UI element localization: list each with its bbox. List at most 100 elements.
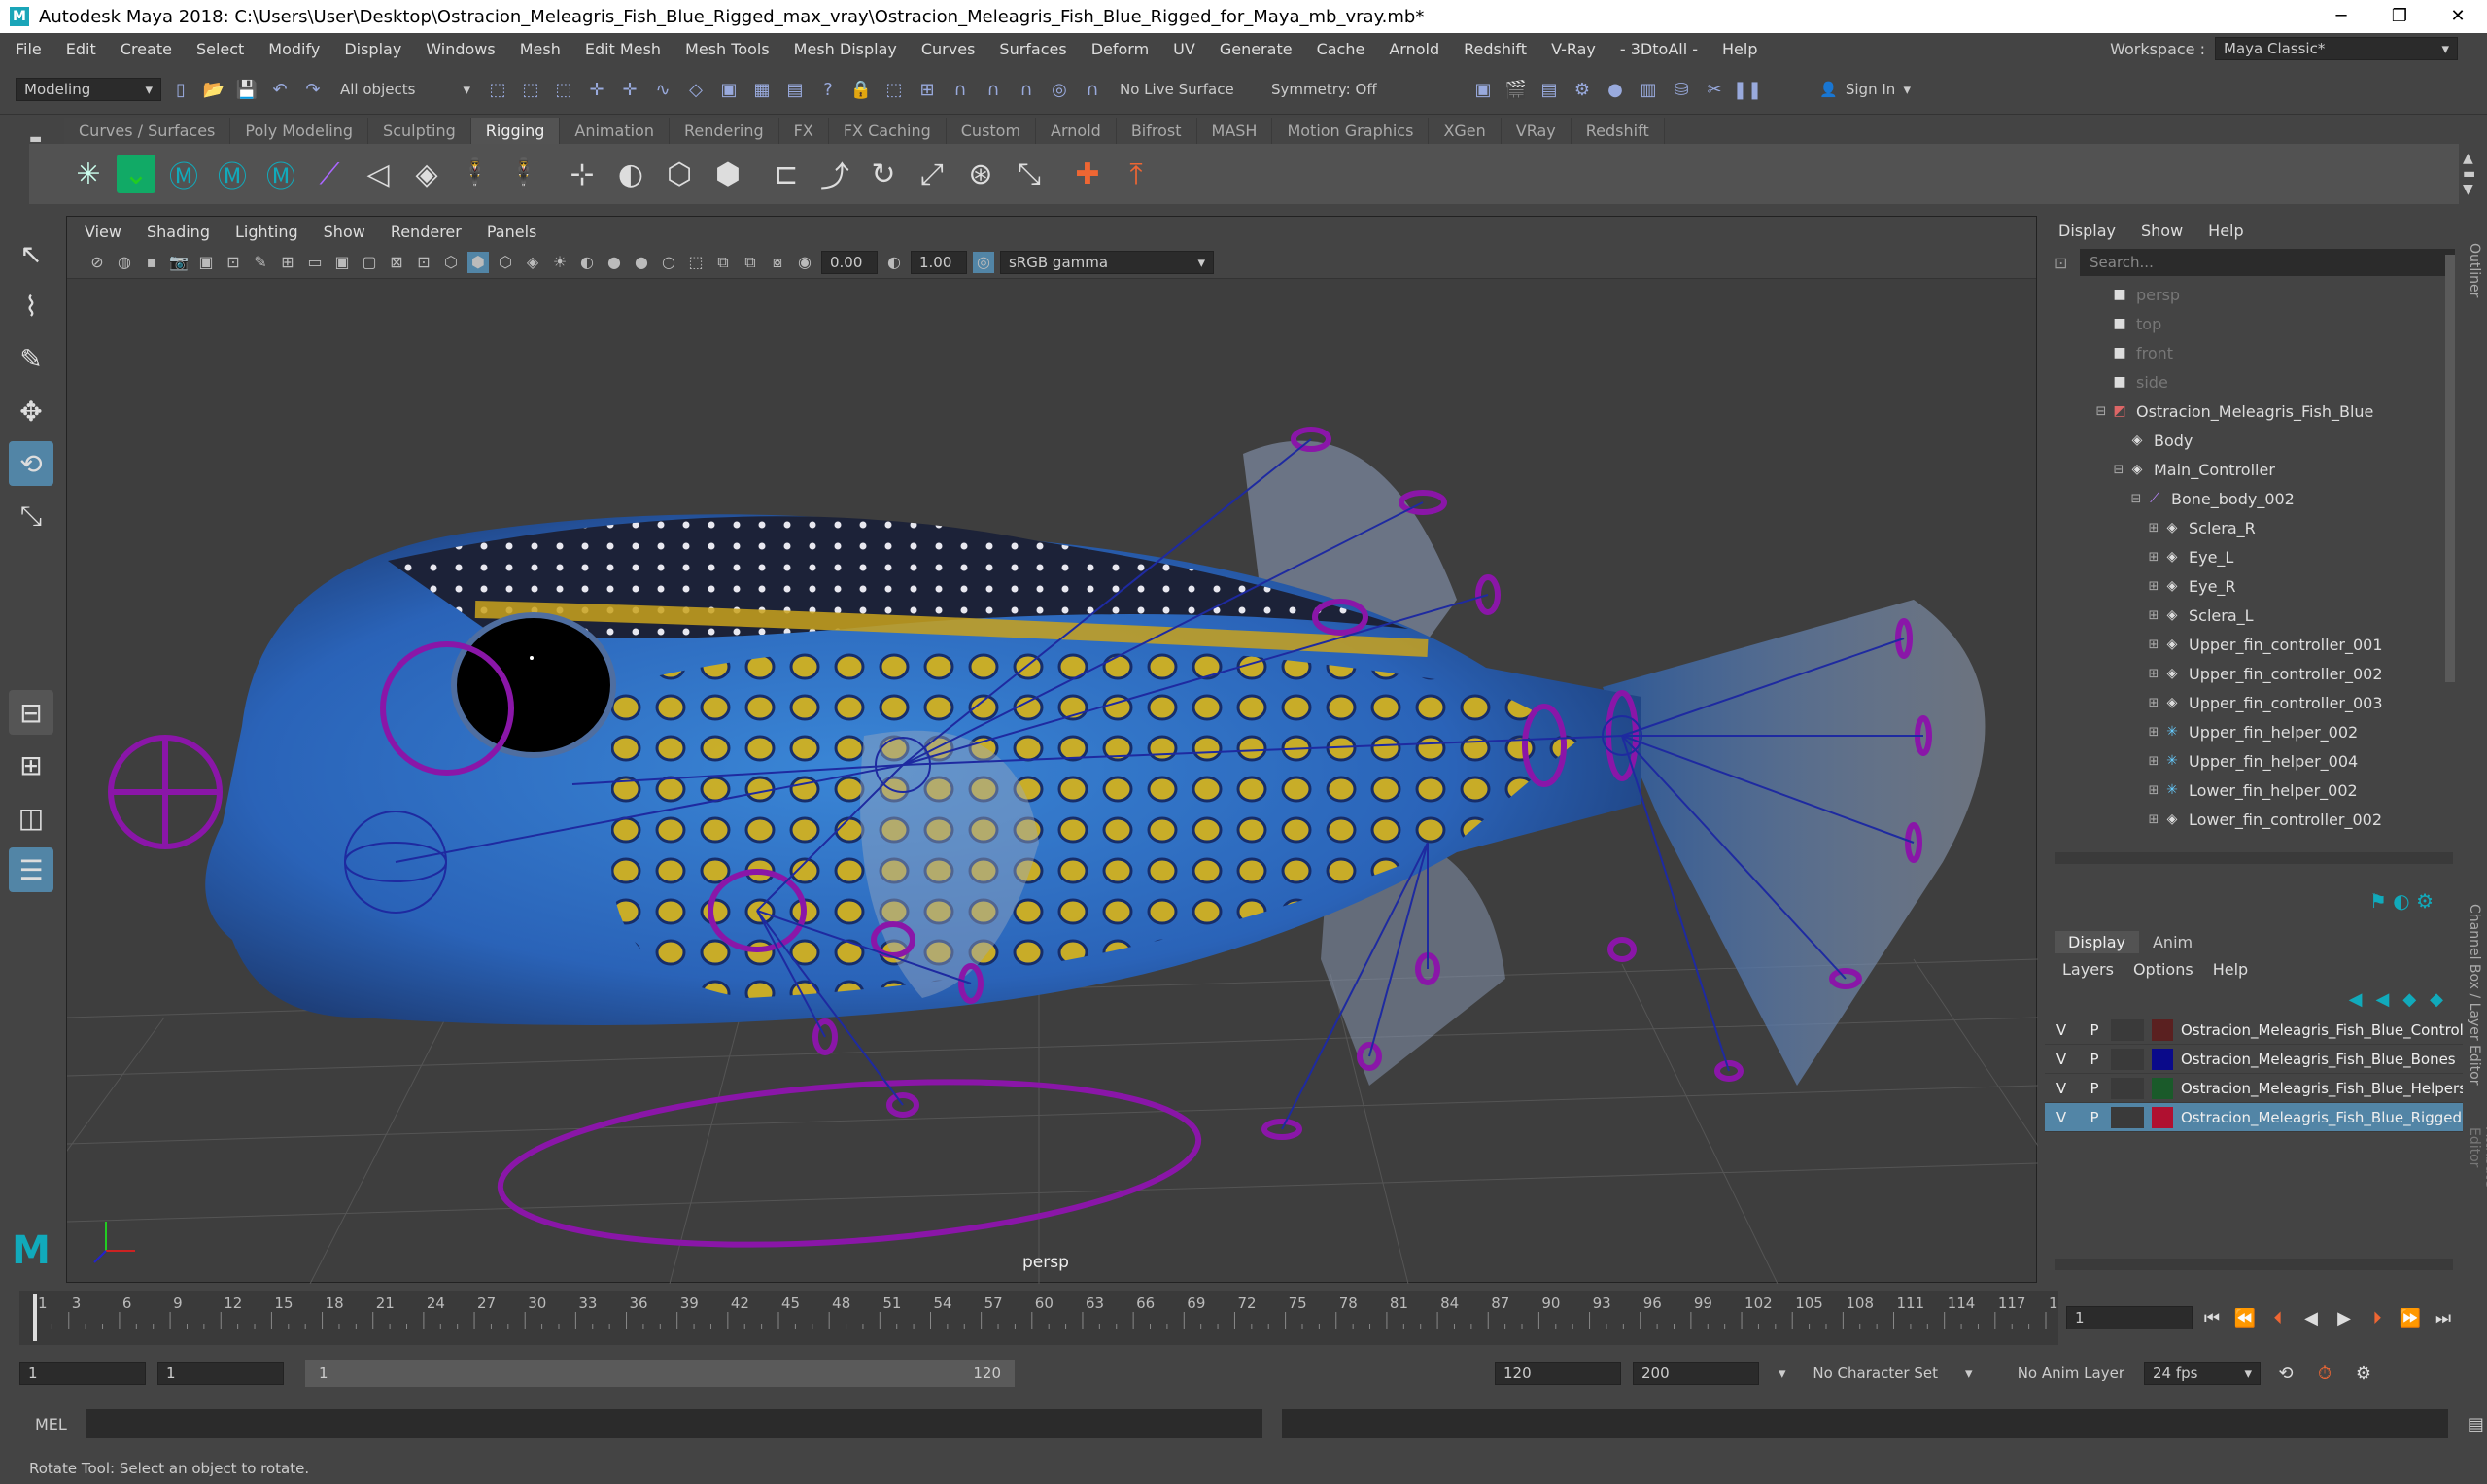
gamma-icon[interactable]: ◐ [883, 252, 905, 273]
anim-layer-dropdown[interactable]: ▾ No Anim Layer [1957, 1362, 2132, 1385]
shelf-tab-vray[interactable]: VRay [1501, 118, 1572, 144]
menu-uv[interactable]: UV [1173, 40, 1195, 58]
textured-icon[interactable]: ◈ [522, 252, 543, 273]
outliner-menu-help[interactable]: Help [2208, 222, 2243, 240]
render-settings-icon[interactable]: ⚙ [1569, 76, 1596, 103]
expand-toggle-icon[interactable]: ⊞ [2146, 667, 2161, 681]
move-layer-down-icon[interactable]: ◀ [2375, 989, 2389, 1010]
step-forward-key-icon[interactable]: ⏩ [2397, 1304, 2424, 1331]
outliner-item[interactable]: ⊞ ◈ Eye_R [2045, 571, 2463, 601]
shelf-scroll-icon[interactable]: ▲ ▬ ▼ [2463, 151, 2475, 197]
mask-joint-icon[interactable]: ✛ [616, 76, 643, 103]
vray-render-icon[interactable]: ▥ [1635, 76, 1662, 103]
outliner-item[interactable]: ■ persp [2045, 280, 2463, 309]
shelf-tab-fx-caching[interactable]: FX Caching [828, 118, 947, 144]
expand-toggle-icon[interactable]: ⊞ [2146, 725, 2161, 740]
gate-mask-icon[interactable]: ▢ [359, 252, 380, 273]
camera-select-icon[interactable]: ⊘ [86, 252, 108, 273]
expand-toggle-icon[interactable]: ⊞ [2146, 608, 2161, 623]
time-slider[interactable]: 1 3 6 9 12 15 18 21 24 27 30 33 36 39 42 45 48 51 54 57 60 63… [19, 1291, 2077, 1345]
expand-toggle-icon[interactable]: ⊞ [2146, 754, 2161, 769]
snap-live-icon[interactable]: ∩ [1079, 76, 1106, 103]
menu-set-dropdown[interactable]: Modeling ▾ [16, 78, 161, 101]
mask-curve-icon[interactable]: ∿ [649, 76, 676, 103]
expand-toggle-icon[interactable]: ⊟ [2128, 492, 2144, 506]
playback-start-field[interactable]: 1 [157, 1362, 284, 1385]
selection-mask-dropdown[interactable]: All objects ▾ [332, 78, 478, 101]
menu-modify[interactable]: Modify [268, 40, 320, 58]
render-view-icon[interactable]: ▣ [1469, 76, 1497, 103]
mel-label[interactable]: MEL [35, 1415, 67, 1433]
orient-joint-icon[interactable]: ◈ [406, 154, 447, 194]
camera-attr-icon[interactable]: ◍ [114, 252, 135, 273]
layer-playback-toggle[interactable]: P [2078, 1021, 2111, 1039]
sign-in-dropdown[interactable]: 👤 Sign In ▾ [1812, 78, 1918, 101]
mel-input[interactable] [86, 1409, 1262, 1438]
snap-curve-icon[interactable]: ∩ [947, 76, 974, 103]
outliner-item[interactable]: ⊞ ✳ Upper_fin_helper_002 [2045, 717, 2463, 746]
menu-generate[interactable]: Generate [1220, 40, 1293, 58]
new-scene-icon[interactable]: ▯ [167, 76, 194, 103]
layer-row[interactable]: V P Ostracion_Meleagris_Fish_Blue_Helpers [2045, 1074, 2463, 1103]
menu-edit[interactable]: Edit [66, 40, 96, 58]
ambient-occlusion-icon[interactable]: ● [604, 252, 625, 273]
layer-menu-options[interactable]: Options [2133, 960, 2193, 979]
go-to-start-icon[interactable]: ⏮ [2198, 1304, 2226, 1331]
exposure-icon[interactable]: ◉ [794, 252, 815, 273]
redo-icon[interactable]: ↷ [299, 76, 327, 103]
mask-dynamics-icon[interactable]: ▦ [748, 76, 776, 103]
mask-surface-icon[interactable]: ◇ [682, 76, 709, 103]
auto-key-icon[interactable]: ⏱ [2311, 1360, 2338, 1387]
menu-surfaces[interactable]: Surfaces [999, 40, 1066, 58]
outliner-item[interactable]: ■ front [2045, 338, 2463, 367]
menu-mesh-display[interactable]: Mesh Display [794, 40, 897, 58]
outliner-search-input[interactable]: Search... [2080, 249, 2455, 276]
expand-toggle-icon[interactable]: ⊞ [2146, 696, 2161, 710]
layer-menu-help[interactable]: Help [2213, 960, 2248, 979]
play-forward-icon[interactable]: ▶ [2331, 1304, 2358, 1331]
layer-hscrollbar[interactable] [2055, 1259, 2453, 1270]
layer-tab-anim[interactable]: Anim [2139, 931, 2206, 953]
select-hierarchy-icon[interactable]: ⬚ [484, 76, 511, 103]
use-lights-icon[interactable]: ☀ [549, 252, 570, 273]
rotate-tool-icon[interactable]: ⟲ [9, 441, 53, 486]
live-surface-field[interactable]: No Live Surface [1112, 78, 1258, 101]
loop-icon[interactable]: ⟲ [2272, 1360, 2299, 1387]
menu-help[interactable]: Help [1722, 40, 1757, 58]
wireframe-icon[interactable]: ⬡ [440, 252, 462, 273]
select-object-icon[interactable]: ⬚ [517, 76, 544, 103]
shelf-tab-custom[interactable]: Custom [946, 118, 1037, 144]
vray-settings-icon[interactable]: ✂ [1701, 76, 1728, 103]
outliner-item[interactable]: ⊞ ◈ Sclera_L [2045, 601, 2463, 630]
menu-curves[interactable]: Curves [921, 40, 976, 58]
exposure-field[interactable]: 0.00 [821, 250, 878, 274]
layer-display-type[interactable] [2111, 1048, 2144, 1070]
create-joint-icon[interactable]: ✳ [68, 154, 109, 194]
minimize-icon[interactable]: ─ [2312, 0, 2370, 33]
menu-vray[interactable]: V-Ray [1551, 40, 1596, 58]
blend-shape-icon[interactable]: ⬢ [708, 154, 748, 194]
resolution-gate-icon[interactable]: ▣ [331, 252, 353, 273]
cluster-icon[interactable]: ◐ [610, 154, 651, 194]
pole-vector-icon[interactable]: ⤡ [1009, 154, 1050, 194]
field-chart-icon[interactable]: ⊠ [386, 252, 407, 273]
outliner-item[interactable]: ⊞ ✳ Upper_fin_helper_004 [2045, 746, 2463, 776]
view-transform-dropdown[interactable]: sRGB gamma ▾ [1000, 250, 1214, 274]
move-tool-icon[interactable]: ✥ [9, 389, 53, 433]
parent-constraint-icon[interactable]: ⊏ [766, 154, 807, 194]
layer-playback-toggle[interactable]: P [2078, 1080, 2111, 1097]
wrap-icon[interactable]: ⬡ [659, 154, 700, 194]
shelf-tab-bifrost[interactable]: Bifrost [1116, 118, 1197, 144]
viewport-menu-lighting[interactable]: Lighting [235, 223, 298, 241]
snap-grid-icon[interactable]: ⊞ [914, 76, 941, 103]
side-tab-attribute-editor[interactable]: Attribute Editor [2467, 1127, 2487, 1195]
script-editor-icon[interactable]: ▤ [2468, 1414, 2484, 1434]
expand-toggle-icon[interactable]: ⊞ [2146, 812, 2161, 827]
layer-color-swatch[interactable] [2152, 1048, 2173, 1070]
shelf-tab-rigging[interactable]: Rigging [470, 118, 561, 144]
skin-bind-icon[interactable]: Ⓜ [163, 154, 204, 194]
shelf-tab-arnold[interactable]: Arnold [1036, 118, 1117, 144]
layer-color-swatch[interactable] [2152, 1106, 2173, 1128]
wireframe-on-shaded-icon[interactable]: ⬡ [495, 252, 516, 273]
layer-display-type[interactable] [2111, 1106, 2144, 1128]
